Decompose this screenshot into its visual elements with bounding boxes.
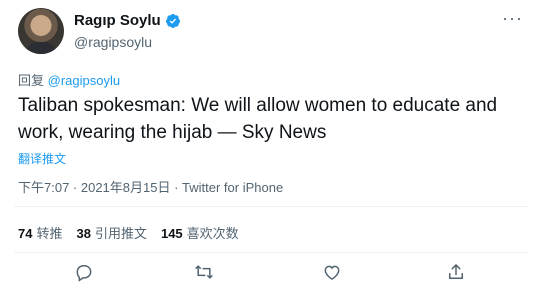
tweet-text: Taliban spokesman: We will allow women t…: [18, 95, 498, 143]
display-name-row[interactable]: Ragıp Soylu: [74, 12, 181, 29]
verified-badge-icon: [165, 13, 180, 28]
replying-to: 回复 @ragipsoylu: [18, 70, 120, 89]
retweet-icon: [195, 265, 213, 279]
avatar[interactable]: [18, 8, 64, 54]
like-button[interactable]: [322, 262, 346, 286]
reply-icon: [76, 265, 92, 282]
tweet-timestamp[interactable]: 下午7:07 · 2021年8月15日 · Twitter for iPhone: [18, 177, 283, 196]
quote-stat-label: 引用推文: [94, 226, 147, 241]
retweet-button[interactable]: [194, 262, 218, 286]
tweet-stats: 74 转推 38 引用推文 145 喜欢次数: [18, 223, 239, 242]
reply-handle-link[interactable]: @ragipsoylu: [48, 73, 120, 88]
display-name[interactable]: Ragıp Soylu: [74, 12, 161, 29]
like-stat-label: 喜欢次数: [186, 226, 239, 241]
like-count: 145: [160, 226, 183, 241]
user-handle[interactable]: @ragipsoylu: [74, 34, 152, 50]
divider: [14, 206, 529, 207]
retweet-stat[interactable]: 74 转推: [18, 223, 62, 242]
share-button[interactable]: [446, 262, 470, 286]
divider: [14, 252, 529, 253]
more-icon[interactable]: ···: [502, 8, 523, 29]
translate-tweet-link[interactable]: 翻译推文: [18, 150, 66, 167]
share-icon: [449, 264, 463, 279]
like-stat[interactable]: 145 喜欢次数: [161, 223, 239, 242]
retweet-count: 74: [18, 226, 33, 241]
heart-icon: [324, 265, 340, 280]
retweet-stat-label: 转推: [36, 226, 63, 241]
reply-prefix: 回复: [18, 73, 45, 88]
quote-stat[interactable]: 38 引用推文: [76, 223, 146, 242]
reply-button[interactable]: [74, 262, 98, 286]
action-bar: [0, 262, 543, 290]
quote-count: 38: [76, 226, 91, 241]
